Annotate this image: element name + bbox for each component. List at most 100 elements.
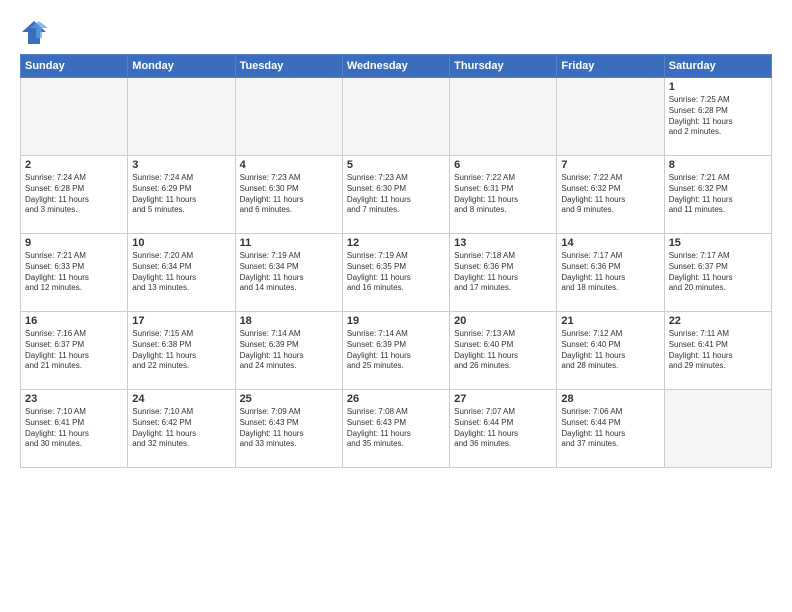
week-row-5: 23 Sunrise: 7:10 AM Sunset: 6:41 PM Dayli… xyxy=(21,390,772,468)
day-cell xyxy=(128,78,235,156)
day-number: 14 xyxy=(561,237,659,249)
day-cell xyxy=(664,390,771,468)
weekday-header-monday: Monday xyxy=(128,55,235,78)
day-info: Sunrise: 7:19 AM Sunset: 6:34 PM Dayligh… xyxy=(240,251,338,294)
weekday-header-tuesday: Tuesday xyxy=(235,55,342,78)
day-cell: 14 Sunrise: 7:17 AM Sunset: 6:36 PM Dayli… xyxy=(557,234,664,312)
day-number: 16 xyxy=(25,315,123,327)
day-cell: 1 Sunrise: 7:25 AM Sunset: 6:28 PM Daylig… xyxy=(664,78,771,156)
logo xyxy=(20,18,52,46)
calendar-header: SundayMondayTuesdayWednesdayThursdayFrid… xyxy=(21,55,772,78)
day-info: Sunrise: 7:08 AM Sunset: 6:43 PM Dayligh… xyxy=(347,407,445,450)
day-cell: 17 Sunrise: 7:15 AM Sunset: 6:38 PM Dayli… xyxy=(128,312,235,390)
week-row-1: 1 Sunrise: 7:25 AM Sunset: 6:28 PM Daylig… xyxy=(21,78,772,156)
day-info: Sunrise: 7:20 AM Sunset: 6:34 PM Dayligh… xyxy=(132,251,230,294)
day-cell: 2 Sunrise: 7:24 AM Sunset: 6:28 PM Daylig… xyxy=(21,156,128,234)
day-info: Sunrise: 7:19 AM Sunset: 6:35 PM Dayligh… xyxy=(347,251,445,294)
day-number: 22 xyxy=(669,315,767,327)
day-info: Sunrise: 7:23 AM Sunset: 6:30 PM Dayligh… xyxy=(240,173,338,216)
day-cell: 15 Sunrise: 7:17 AM Sunset: 6:37 PM Dayli… xyxy=(664,234,771,312)
day-number: 7 xyxy=(561,159,659,171)
day-cell: 28 Sunrise: 7:06 AM Sunset: 6:44 PM Dayli… xyxy=(557,390,664,468)
weekday-header-thursday: Thursday xyxy=(450,55,557,78)
weekday-header-saturday: Saturday xyxy=(664,55,771,78)
day-info: Sunrise: 7:25 AM Sunset: 6:28 PM Dayligh… xyxy=(669,95,767,138)
header xyxy=(20,18,772,46)
day-cell: 5 Sunrise: 7:23 AM Sunset: 6:30 PM Daylig… xyxy=(342,156,449,234)
day-info: Sunrise: 7:17 AM Sunset: 6:37 PM Dayligh… xyxy=(669,251,767,294)
day-number: 23 xyxy=(25,393,123,405)
day-number: 21 xyxy=(561,315,659,327)
day-info: Sunrise: 7:24 AM Sunset: 6:29 PM Dayligh… xyxy=(132,173,230,216)
day-cell: 12 Sunrise: 7:19 AM Sunset: 6:35 PM Dayli… xyxy=(342,234,449,312)
day-number: 10 xyxy=(132,237,230,249)
day-number: 15 xyxy=(669,237,767,249)
day-cell: 11 Sunrise: 7:19 AM Sunset: 6:34 PM Dayli… xyxy=(235,234,342,312)
day-number: 18 xyxy=(240,315,338,327)
day-info: Sunrise: 7:09 AM Sunset: 6:43 PM Dayligh… xyxy=(240,407,338,450)
week-row-3: 9 Sunrise: 7:21 AM Sunset: 6:33 PM Daylig… xyxy=(21,234,772,312)
day-info: Sunrise: 7:15 AM Sunset: 6:38 PM Dayligh… xyxy=(132,329,230,372)
day-number: 27 xyxy=(454,393,552,405)
day-info: Sunrise: 7:10 AM Sunset: 6:42 PM Dayligh… xyxy=(132,407,230,450)
day-info: Sunrise: 7:21 AM Sunset: 6:33 PM Dayligh… xyxy=(25,251,123,294)
day-info: Sunrise: 7:12 AM Sunset: 6:40 PM Dayligh… xyxy=(561,329,659,372)
day-info: Sunrise: 7:22 AM Sunset: 6:31 PM Dayligh… xyxy=(454,173,552,216)
day-info: Sunrise: 7:14 AM Sunset: 6:39 PM Dayligh… xyxy=(347,329,445,372)
day-number: 17 xyxy=(132,315,230,327)
day-number: 1 xyxy=(669,81,767,93)
day-cell: 13 Sunrise: 7:18 AM Sunset: 6:36 PM Dayli… xyxy=(450,234,557,312)
calendar-body: 1 Sunrise: 7:25 AM Sunset: 6:28 PM Daylig… xyxy=(21,78,772,468)
day-number: 19 xyxy=(347,315,445,327)
day-cell xyxy=(342,78,449,156)
day-cell xyxy=(557,78,664,156)
day-number: 3 xyxy=(132,159,230,171)
day-info: Sunrise: 7:13 AM Sunset: 6:40 PM Dayligh… xyxy=(454,329,552,372)
day-cell xyxy=(235,78,342,156)
day-cell: 19 Sunrise: 7:14 AM Sunset: 6:39 PM Dayli… xyxy=(342,312,449,390)
day-cell: 10 Sunrise: 7:20 AM Sunset: 6:34 PM Dayli… xyxy=(128,234,235,312)
day-cell: 16 Sunrise: 7:16 AM Sunset: 6:37 PM Dayli… xyxy=(21,312,128,390)
calendar-page: SundayMondayTuesdayWednesdayThursdayFrid… xyxy=(0,0,792,612)
day-number: 26 xyxy=(347,393,445,405)
day-number: 13 xyxy=(454,237,552,249)
day-cell: 26 Sunrise: 7:08 AM Sunset: 6:43 PM Dayli… xyxy=(342,390,449,468)
day-number: 2 xyxy=(25,159,123,171)
day-cell: 7 Sunrise: 7:22 AM Sunset: 6:32 PM Daylig… xyxy=(557,156,664,234)
day-cell: 24 Sunrise: 7:10 AM Sunset: 6:42 PM Dayli… xyxy=(128,390,235,468)
day-cell: 9 Sunrise: 7:21 AM Sunset: 6:33 PM Daylig… xyxy=(21,234,128,312)
day-cell: 4Sunrise: 7:23 AM Sunset: 6:30 PM Daylig… xyxy=(235,156,342,234)
day-info: Sunrise: 7:16 AM Sunset: 6:37 PM Dayligh… xyxy=(25,329,123,372)
week-row-2: 2 Sunrise: 7:24 AM Sunset: 6:28 PM Daylig… xyxy=(21,156,772,234)
day-cell: 20 Sunrise: 7:13 AM Sunset: 6:40 PM Dayli… xyxy=(450,312,557,390)
calendar-table: SundayMondayTuesdayWednesdayThursdayFrid… xyxy=(20,54,772,468)
weekday-row: SundayMondayTuesdayWednesdayThursdayFrid… xyxy=(21,55,772,78)
day-info: Sunrise: 7:24 AM Sunset: 6:28 PM Dayligh… xyxy=(25,173,123,216)
day-cell: 21 Sunrise: 7:12 AM Sunset: 6:40 PM Dayli… xyxy=(557,312,664,390)
day-info: Sunrise: 7:14 AM Sunset: 6:39 PM Dayligh… xyxy=(240,329,338,372)
day-number: 25 xyxy=(240,393,338,405)
day-cell xyxy=(450,78,557,156)
day-cell: 8Sunrise: 7:21 AM Sunset: 6:32 PM Daylig… xyxy=(664,156,771,234)
day-info: Sunrise: 7:22 AM Sunset: 6:32 PM Dayligh… xyxy=(561,173,659,216)
day-info: Sunrise: 7:07 AM Sunset: 6:44 PM Dayligh… xyxy=(454,407,552,450)
day-info: Sunrise: 7:21 AM Sunset: 6:32 PM Dayligh… xyxy=(669,173,767,216)
day-info: Sunrise: 7:17 AM Sunset: 6:36 PM Dayligh… xyxy=(561,251,659,294)
day-number: 28 xyxy=(561,393,659,405)
week-row-4: 16 Sunrise: 7:16 AM Sunset: 6:37 PM Dayli… xyxy=(21,312,772,390)
day-cell: 18 Sunrise: 7:14 AM Sunset: 6:39 PM Dayli… xyxy=(235,312,342,390)
day-number: 9 xyxy=(25,237,123,249)
logo-icon xyxy=(20,18,48,46)
day-number: 20 xyxy=(454,315,552,327)
day-info: Sunrise: 7:18 AM Sunset: 6:36 PM Dayligh… xyxy=(454,251,552,294)
weekday-header-wednesday: Wednesday xyxy=(342,55,449,78)
day-info: Sunrise: 7:23 AM Sunset: 6:30 PM Dayligh… xyxy=(347,173,445,216)
day-cell: 22Sunrise: 7:11 AM Sunset: 6:41 PM Dayli… xyxy=(664,312,771,390)
day-number: 12 xyxy=(347,237,445,249)
day-info: Sunrise: 7:06 AM Sunset: 6:44 PM Dayligh… xyxy=(561,407,659,450)
day-number: 24 xyxy=(132,393,230,405)
day-number: 5 xyxy=(347,159,445,171)
day-number: 11 xyxy=(240,237,338,249)
day-info: Sunrise: 7:10 AM Sunset: 6:41 PM Dayligh… xyxy=(25,407,123,450)
day-cell: 23 Sunrise: 7:10 AM Sunset: 6:41 PM Dayli… xyxy=(21,390,128,468)
